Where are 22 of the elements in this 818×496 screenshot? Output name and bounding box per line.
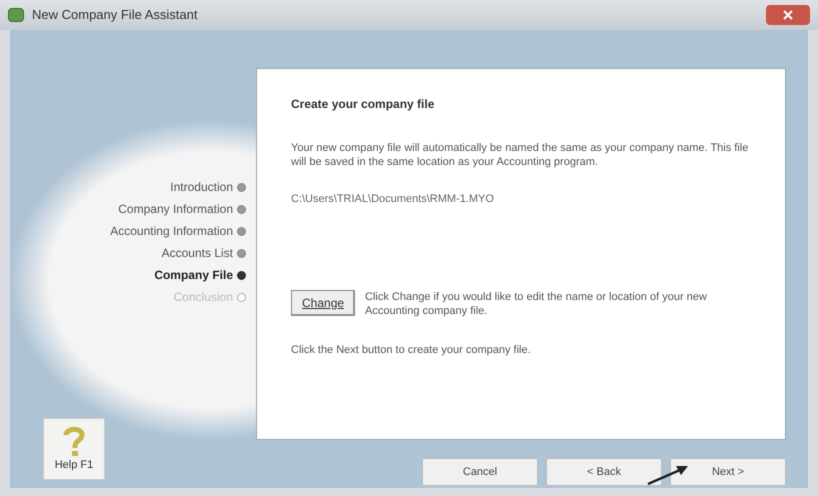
pointer-arrow-icon (646, 464, 690, 486)
description-text: Your new company file will automatically be named the same as your company name. This file will be saved in the same location as your Accounting program. (291, 141, 750, 169)
step-label: Introduction (170, 179, 233, 196)
close-icon (783, 10, 793, 20)
wizard-button[interactable]: < Back (546, 458, 662, 486)
window-title: New Company File Assistant (32, 6, 198, 24)
next-hint-text: Click the Next button to create your company file. (291, 342, 532, 358)
panel-heading: Create your company file (291, 96, 436, 113)
step-label: Conclusion (174, 289, 233, 306)
step-label: Company File (154, 267, 233, 284)
close-button[interactable] (766, 5, 810, 25)
app-icon (8, 8, 24, 22)
wizard-button[interactable]: Next > (670, 458, 786, 486)
step-label: Accounting Information (110, 223, 233, 240)
step-label: Company Information (118, 201, 233, 218)
wizard-button[interactable]: Cancel (422, 458, 538, 486)
question-mark-icon (61, 424, 87, 457)
step-label: Accounts List (162, 245, 233, 262)
help-button[interactable]: Help F1 (43, 418, 105, 480)
change-hint-text: Click Change if you would like to edit the name or location of your new Accounting company file. (365, 290, 708, 318)
file-path-text: C:\Users\TRIAL\Documents\RMM-1.MYO (291, 192, 495, 207)
change-button[interactable]: Change (291, 290, 356, 316)
